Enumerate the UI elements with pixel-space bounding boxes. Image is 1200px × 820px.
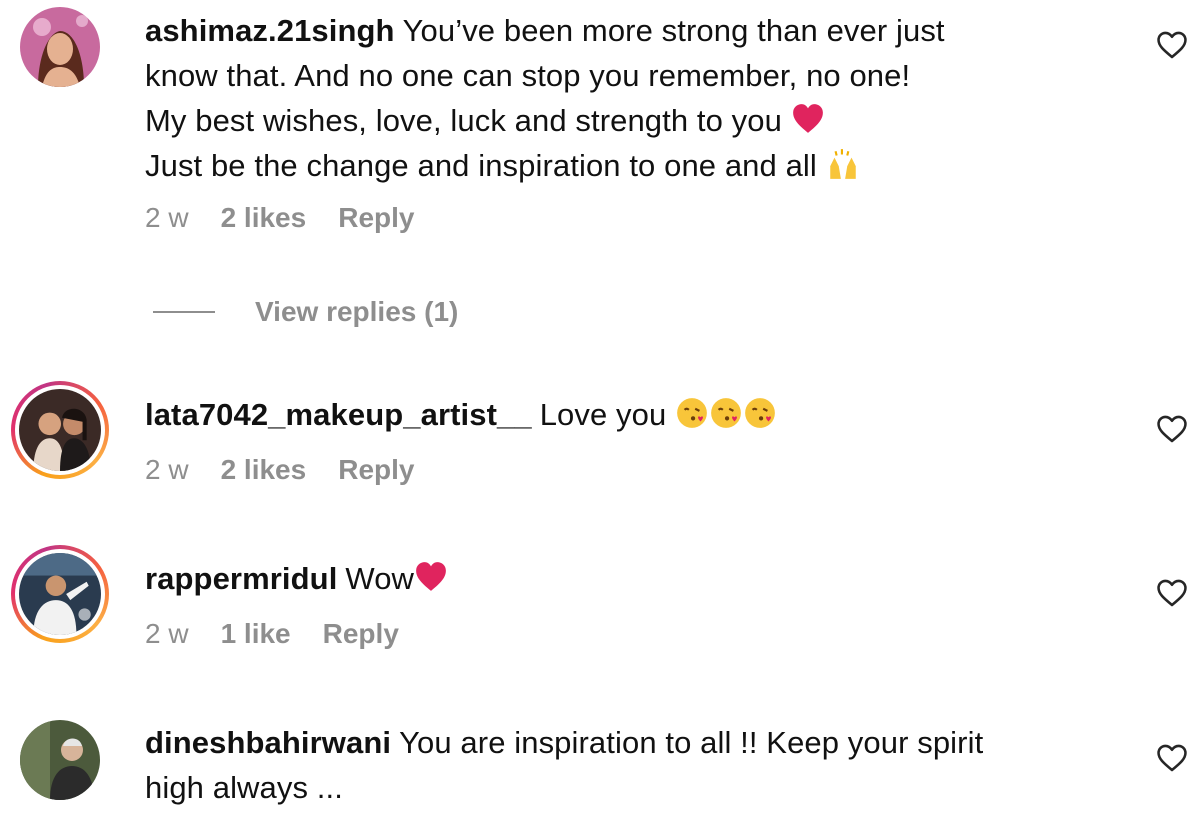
- comment-line: You are inspiration to all !! Keep your …: [399, 725, 984, 760]
- user-avatar[interactable]: [20, 7, 100, 87]
- raising-hands-emoji: [826, 147, 860, 181]
- comment-time: 2 w: [145, 618, 189, 649]
- comment-username[interactable]: ashimaz.21singh: [145, 13, 395, 48]
- comment-username[interactable]: lata7042_makeup_artist__: [145, 397, 532, 432]
- view-replies-button[interactable]: View replies (1): [153, 296, 458, 328]
- comment-meta: 2 w 2 likes Reply: [145, 454, 1105, 486]
- reply-button[interactable]: Reply: [338, 202, 414, 234]
- view-replies-label: View replies (1): [255, 296, 459, 327]
- comment-line: Just be the change and inspiration to on…: [145, 148, 817, 183]
- user-avatar[interactable]: [11, 545, 109, 643]
- comment-text: ashimaz.21singh You’ve been more strong t…: [145, 8, 1105, 188]
- comment-time: 2 w: [145, 454, 189, 485]
- user-avatar[interactable]: [11, 381, 109, 479]
- user-avatar[interactable]: [20, 720, 100, 800]
- kissing-face-emoji: [709, 396, 743, 430]
- comment-text: dineshbahirwani You are inspiration to al…: [145, 720, 1105, 810]
- comment-line: know that. And no one can stop you remem…: [145, 58, 911, 93]
- comment-username[interactable]: rappermridul: [145, 561, 337, 596]
- heart-outline-icon[interactable]: [1155, 412, 1189, 446]
- comment-text: lata7042_makeup_artist__ Love you: [145, 392, 1105, 437]
- replies-divider: [153, 311, 215, 313]
- comment-line: You’ve been more strong than ever just: [402, 13, 945, 48]
- likes-count[interactable]: 2 likes: [221, 202, 307, 234]
- red-heart-emoji: [791, 102, 825, 136]
- comment-line: Wow: [345, 561, 415, 596]
- red-heart-emoji: [414, 560, 448, 594]
- heart-outline-icon[interactable]: [1155, 576, 1189, 610]
- comment-line: Love you: [539, 397, 667, 432]
- comment-meta: 2 w 1 like Reply: [145, 618, 1105, 650]
- comment-username[interactable]: dineshbahirwani: [145, 725, 391, 760]
- comment-meta: 2 w 2 likes Reply: [145, 202, 1105, 234]
- comment-line: My best wishes, love, luck and strength …: [145, 103, 782, 138]
- heart-outline-icon[interactable]: [1155, 28, 1189, 62]
- reply-button[interactable]: Reply: [323, 618, 399, 650]
- heart-outline-icon[interactable]: [1155, 741, 1189, 775]
- kissing-face-emoji: [675, 396, 709, 430]
- comment-text: rappermridul Wow: [145, 556, 1105, 601]
- reply-button[interactable]: Reply: [338, 454, 414, 486]
- likes-count[interactable]: 2 likes: [221, 454, 307, 486]
- likes-count[interactable]: 1 like: [221, 618, 291, 650]
- kissing-face-emoji: [743, 396, 777, 430]
- comment-line: high always ...: [145, 770, 343, 805]
- comment-time: 2 w: [145, 202, 189, 233]
